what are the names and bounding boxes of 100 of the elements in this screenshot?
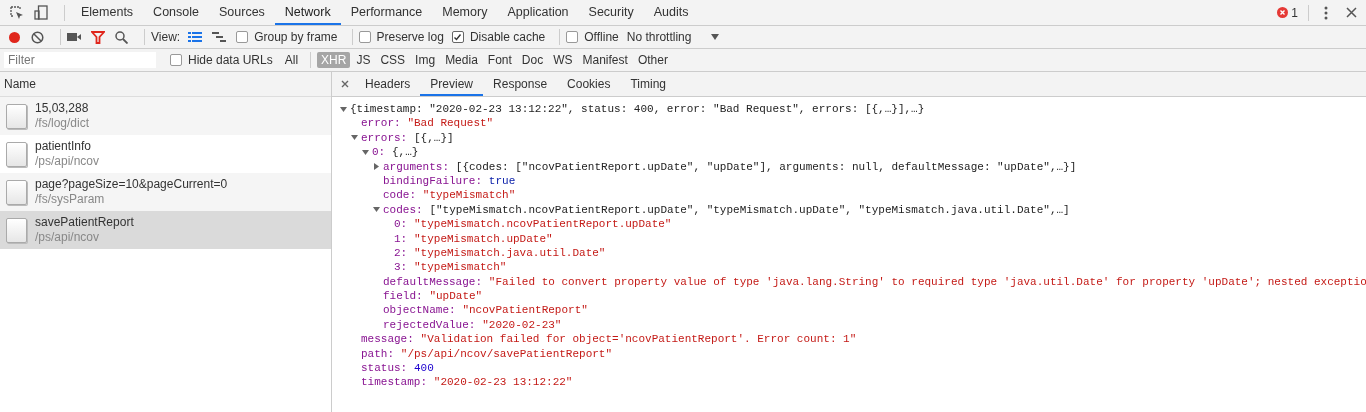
- filter-input[interactable]: Filter: [4, 52, 156, 68]
- type-filter[interactable]: All: [280, 52, 303, 68]
- property-key: 0:: [394, 217, 408, 232]
- property-key: 0:: [372, 145, 386, 160]
- property-value: "/ps/api/ncov/savePatientReport": [400, 346, 613, 362]
- close-icon[interactable]: [1346, 7, 1357, 18]
- name-column-header[interactable]: Name: [0, 72, 331, 97]
- request-path: /fs/log/dict: [35, 116, 90, 131]
- property-value: "Validation failed for object='ncovPatientReport'. Error count: 1": [420, 332, 857, 347]
- caret-icon[interactable]: [711, 34, 720, 40]
- throttling-dropdown[interactable]: No throttling: [626, 30, 692, 44]
- more-options-icon[interactable]: [1324, 5, 1328, 20]
- property-key: 2:: [394, 245, 408, 261]
- property-value: [{codes: ["ncovPatientReport.upDate", "upDate"], arguments: null, defaultMessage: "upDate",…}]: [455, 159, 1077, 174]
- property-value: {timestamp: "2020-02-23 13:12:22", status: 400, error: "Bad Request", errors: [{,…}],…}: [350, 102, 925, 117]
- record-button[interactable]: [8, 30, 21, 44]
- panel-tab[interactable]: Security: [578, 0, 644, 25]
- property-value: "upDate": [429, 289, 483, 304]
- panel-tab[interactable]: Console: [143, 0, 209, 25]
- property-value: "typeMismatch.upDate": [414, 231, 553, 246]
- panel-tab[interactable]: Application: [497, 0, 579, 25]
- file-icon: [6, 141, 27, 167]
- property-value: "Failed to convert property value of type 'java.lang.String' to required type 'java.util.Date' for property 'upDate'; nested exceptio: [488, 274, 1366, 290]
- property-key: objectName:: [383, 303, 456, 318]
- error-count[interactable]: 1: [1291, 5, 1298, 20]
- type-filter[interactable]: Other: [633, 52, 672, 68]
- property-key: status:: [361, 361, 408, 376]
- error-icon: [1277, 7, 1289, 18]
- request-path: /ps/api/ncov: [35, 230, 101, 245]
- request-name: 15,03,288: [35, 101, 90, 116]
- property-value: "ncovPatientReport": [462, 303, 588, 318]
- property-key: errors:: [361, 130, 408, 146]
- camera-icon[interactable]: [67, 32, 81, 42]
- request-row[interactable]: 15,03,288 /fs/log/dict: [0, 97, 331, 135]
- property-key: timestamp:: [361, 375, 427, 390]
- detail-tab[interactable]: Timing: [620, 72, 676, 96]
- property-value: true: [488, 173, 516, 189]
- request-name: page?pageSize=10&pageCurrent=0: [35, 177, 228, 192]
- detail-tab[interactable]: Cookies: [557, 72, 621, 96]
- expand-arrow-icon[interactable]: [373, 163, 380, 171]
- file-icon: [6, 179, 27, 205]
- property-value: 400: [414, 361, 434, 376]
- detail-tab[interactable]: Response: [483, 72, 558, 96]
- panel-tab[interactable]: Sources: [209, 0, 275, 25]
- panel-tab[interactable]: Memory: [432, 0, 498, 25]
- view-label: View:: [151, 30, 181, 44]
- type-filter[interactable]: WS: [549, 52, 577, 68]
- search-icon[interactable]: [115, 30, 128, 44]
- hide-data-urls-checkbox[interactable]: Hide data URLs: [170, 53, 273, 67]
- property-value: {,…}: [392, 145, 419, 160]
- property-value: "typeMismatch.ncovPatientReport.upDate": [414, 217, 672, 232]
- request-path: /ps/api/ncov: [35, 154, 100, 169]
- expand-arrow-icon[interactable]: [362, 148, 369, 156]
- property-key: code:: [383, 188, 416, 203]
- detail-tab[interactable]: Preview: [420, 72, 484, 96]
- type-filter[interactable]: Doc: [517, 52, 548, 68]
- request-name: savePatientReport: [35, 215, 134, 230]
- property-value: [{,…}]: [414, 130, 454, 146]
- expand-arrow-icon[interactable]: [340, 105, 347, 113]
- type-filter[interactable]: Media: [441, 52, 482, 68]
- detail-tab[interactable]: Headers: [355, 72, 421, 96]
- option-checkbox[interactable]: Group by frame: [236, 30, 338, 44]
- property-key: rejectedValue:: [383, 317, 476, 333]
- property-value: "Bad Request": [407, 116, 494, 131]
- type-filter[interactable]: JS: [352, 52, 375, 68]
- property-value: ["typeMismatch.ncovPatientReport.upDate", "typeMismatch.upDate", "typeMismatch.java.util.Date",…]: [429, 202, 1070, 218]
- file-icon: [6, 217, 27, 243]
- type-filter[interactable]: CSS: [376, 52, 410, 68]
- type-filter[interactable]: Font: [483, 52, 516, 68]
- property-key: field:: [383, 289, 423, 304]
- expand-arrow-icon[interactable]: [351, 134, 358, 142]
- close-icon[interactable]: [341, 80, 349, 88]
- panel-tab[interactable]: Performance: [340, 0, 433, 25]
- property-key: bindingFailure:: [383, 173, 483, 189]
- option-checkbox[interactable]: Offline: [566, 30, 619, 44]
- type-filter[interactable]: Img: [411, 52, 440, 68]
- property-key: 3:: [394, 260, 408, 275]
- panel-tab[interactable]: Elements: [71, 0, 144, 25]
- property-key: path:: [361, 346, 394, 362]
- property-key: error:: [361, 116, 401, 131]
- filter-icon[interactable]: [91, 30, 105, 44]
- request-row[interactable]: page?pageSize=10&pageCurrent=0 /fs/sysParam: [0, 173, 331, 211]
- device-toolbar-icon[interactable]: [34, 5, 48, 20]
- expand-arrow-icon[interactable]: [373, 206, 380, 214]
- property-value: "typeMismatch": [414, 260, 507, 275]
- property-key: 1:: [394, 231, 408, 246]
- panel-tab[interactable]: Audits: [643, 0, 699, 25]
- type-filter[interactable]: Manifest: [578, 52, 632, 68]
- option-checkbox[interactable]: Preserve log: [358, 30, 444, 44]
- request-row[interactable]: patientInfo /ps/api/ncov: [0, 135, 331, 173]
- request-path: /fs/sysParam: [35, 192, 106, 207]
- property-value: "typeMismatch.java.util.Date": [414, 245, 606, 261]
- waterfall-view-icon[interactable]: [212, 32, 227, 42]
- inspect-icon[interactable]: [10, 5, 24, 20]
- list-view-icon[interactable]: [188, 32, 203, 42]
- file-icon: [6, 103, 27, 129]
- option-checkbox[interactable]: Disable cache: [451, 30, 546, 44]
- request-row[interactable]: savePatientReport /ps/api/ncov: [0, 211, 331, 249]
- clear-icon[interactable]: [31, 30, 44, 44]
- checkmark-icon: [453, 32, 463, 42]
